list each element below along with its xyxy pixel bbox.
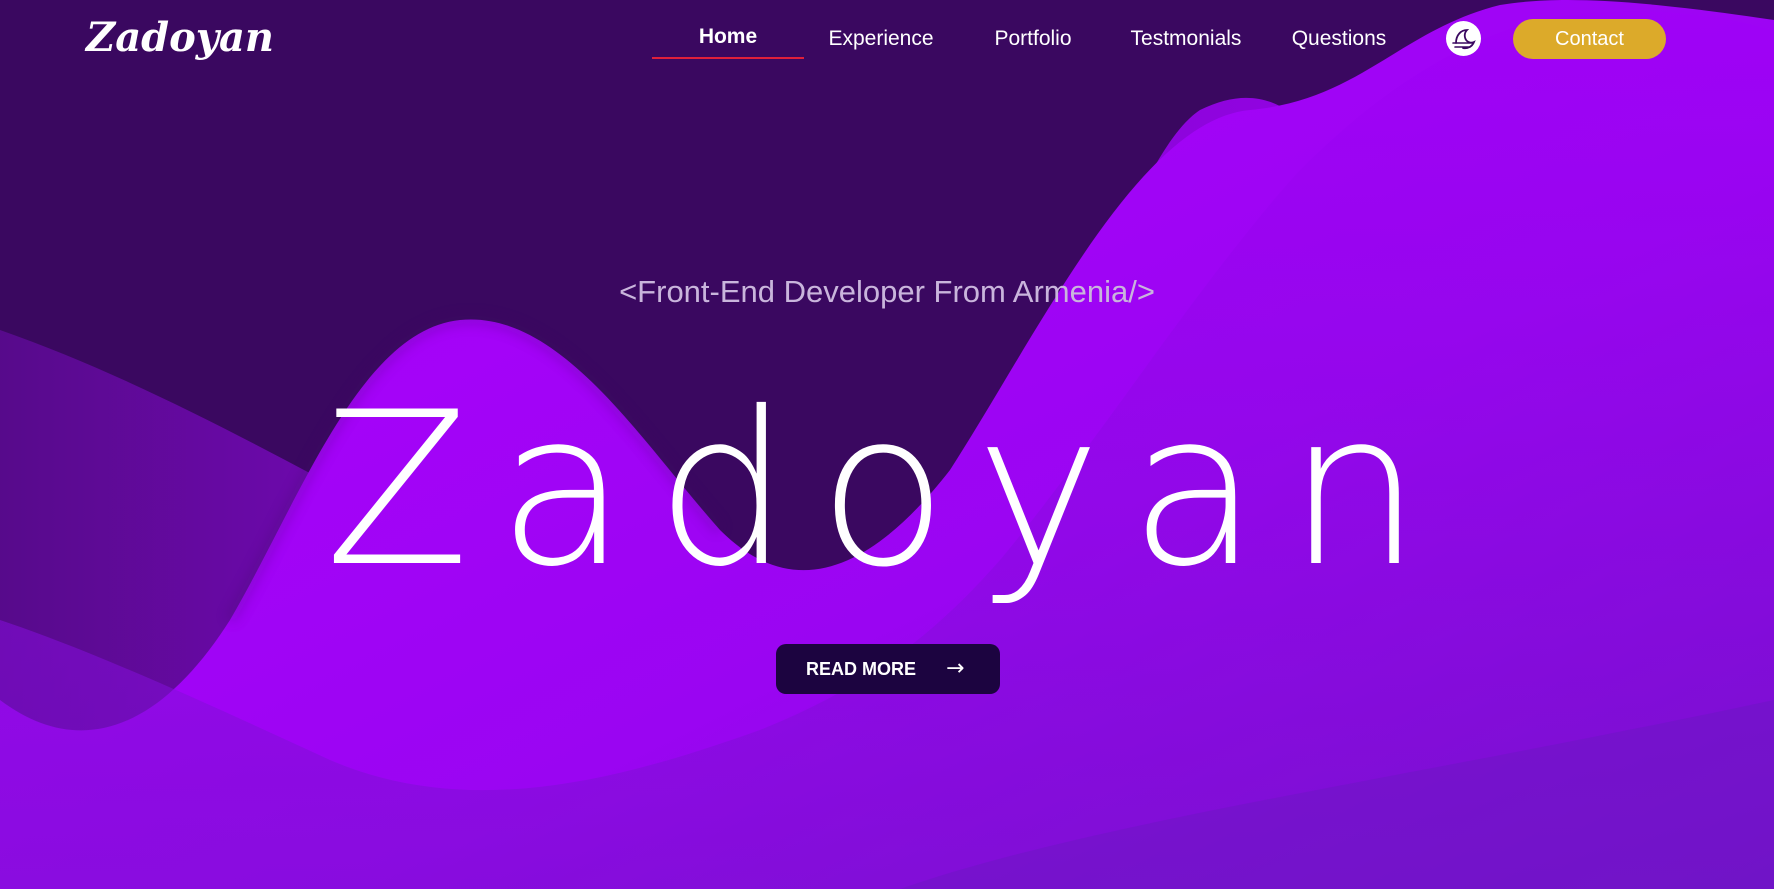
nav-item-portfolio[interactable]: Portfolio [978, 24, 1088, 54]
hero-title: Zadoyan [324, 366, 1450, 613]
main-nav: Home Experience Portfolio Testmonials Qu… [0, 0, 1774, 80]
hero-subtitle: <Front-End Developer From Armenia/> [619, 274, 1155, 309]
contact-button[interactable]: Contact [1513, 19, 1666, 59]
theme-toggle-button[interactable] [1446, 21, 1481, 56]
read-more-button[interactable]: READ MORE → [776, 644, 1000, 694]
nav-item-home[interactable]: Home [652, 22, 804, 52]
active-nav-underline [652, 57, 804, 59]
hero-section: Zadoyan Home Experience Portfolio Testmo… [0, 0, 1774, 889]
nav-item-testmonials[interactable]: Testmonials [1118, 24, 1254, 54]
arrow-right-icon: → [946, 656, 965, 681]
nav-item-experience[interactable]: Experience [818, 24, 944, 54]
theme-toggle-icon [1452, 29, 1476, 50]
read-more-label: READ MORE [806, 659, 917, 679]
nav-item-questions[interactable]: Questions [1280, 24, 1398, 54]
